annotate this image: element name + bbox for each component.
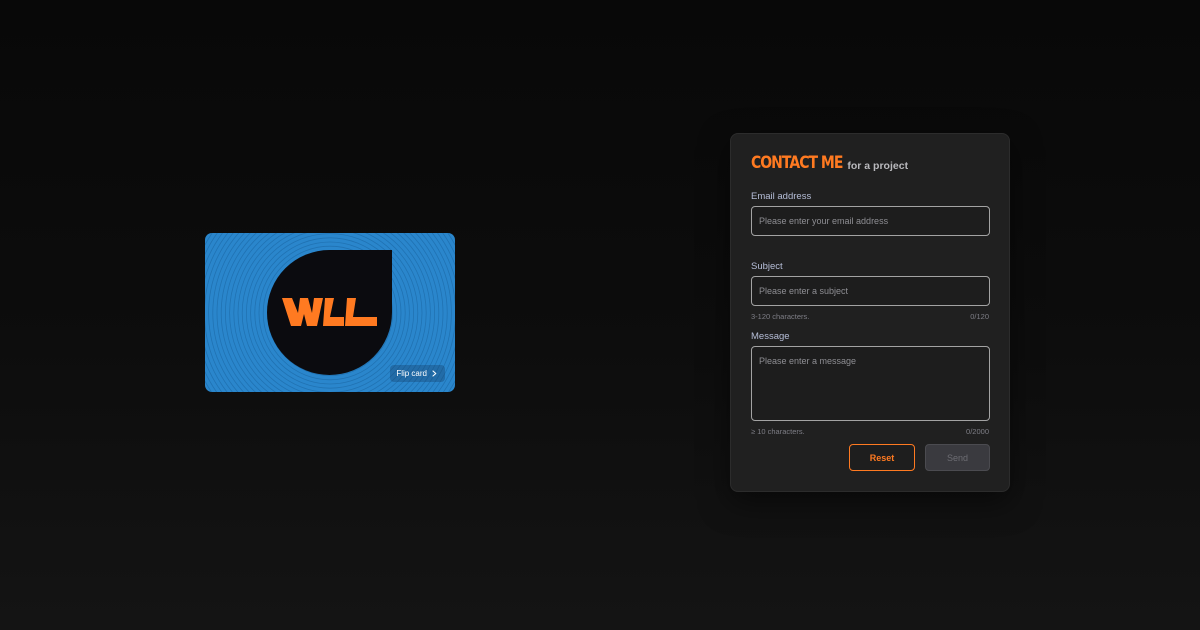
message-counter: 0/2000	[966, 427, 989, 436]
flip-card-label: Flip card	[396, 369, 427, 378]
subject-label: Subject	[751, 261, 783, 272]
business-card[interactable]: Flip card	[205, 233, 455, 392]
form-title: CONTACT ME for a project	[751, 153, 909, 173]
flip-card-button[interactable]: Flip card	[390, 365, 445, 382]
message-label: Message	[751, 331, 790, 342]
contact-form: CONTACT ME for a project Email address S…	[730, 133, 1010, 492]
logo-badge	[267, 250, 392, 375]
subject-hint: 3-120 characters.	[751, 312, 810, 321]
send-button[interactable]: Send	[925, 444, 990, 471]
email-field[interactable]	[751, 206, 990, 236]
title-accent: CONTACT ME	[751, 153, 843, 173]
send-button-label: Send	[946, 452, 969, 463]
title-subtext: for a project	[847, 160, 909, 172]
email-label: Email address	[751, 191, 812, 202]
message-field[interactable]	[751, 346, 990, 421]
subject-counter: 0/120	[970, 312, 989, 321]
message-hint: ≥ 10 characters.	[751, 427, 805, 436]
chevron-right-icon	[432, 370, 437, 377]
reset-button[interactable]: Reset	[849, 444, 915, 471]
subject-field[interactable]	[751, 276, 990, 306]
reset-button-label: Reset	[869, 452, 895, 463]
